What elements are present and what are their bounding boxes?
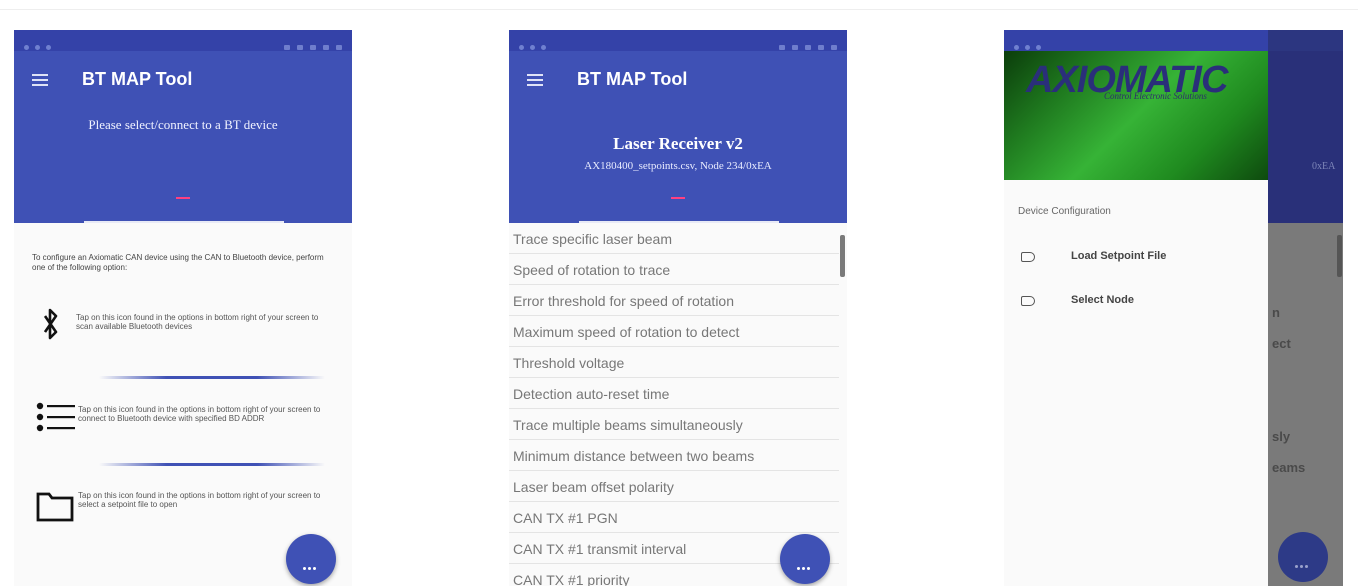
- more-options-icon: [1295, 555, 1311, 568]
- list-item[interactable]: Maximum speed of rotation to detect: [509, 316, 839, 347]
- separator: [99, 463, 325, 466]
- list-fragment: n: [1272, 305, 1280, 320]
- bluetooth-icon: [43, 305, 58, 343]
- label-icon: [1021, 252, 1035, 262]
- load-setpoint-file-menu-item[interactable]: Load Setpoint File: [1004, 240, 1268, 274]
- list-item[interactable]: Detection auto-reset time: [509, 378, 839, 409]
- setpoint-list: Trace specific laser beam Speed of rotat…: [509, 223, 839, 586]
- connect-instruction: Tap on this icon found in the options in…: [78, 405, 321, 423]
- list-fragment: eams: [1272, 460, 1306, 475]
- status-bar: [1004, 30, 1268, 51]
- list-item[interactable]: Threshold voltage: [509, 347, 839, 378]
- label-icon: [1021, 296, 1035, 306]
- separator: [99, 376, 325, 379]
- device-file-fragment: 0xEA: [1312, 161, 1336, 172]
- list-item[interactable]: Error threshold for speed of rotation: [509, 285, 839, 316]
- app-header: BT MAP Tool Please select/connect to a B…: [14, 51, 352, 223]
- menu-item-label: Select Node: [1071, 294, 1134, 306]
- scrollbar: [1337, 235, 1342, 277]
- device-name: Laser Receiver v2: [613, 134, 743, 153]
- list-item[interactable]: Minimum distance between two beams: [509, 440, 839, 471]
- drawer-header: AXIOMATIC Control Electronic Solutions: [1004, 51, 1268, 180]
- menu-item-label: Load Setpoint File: [1071, 250, 1167, 262]
- folder-icon: [36, 488, 74, 522]
- more-options-icon: [797, 557, 813, 570]
- system-icons: [252, 37, 342, 50]
- list-item[interactable]: Laser beam offset polarity: [509, 471, 839, 502]
- status-bar: [14, 30, 352, 51]
- list-item[interactable]: Trace specific laser beam: [509, 223, 839, 254]
- navigation-drawer: AXIOMATIC Control Electronic Solutions D…: [1004, 30, 1268, 586]
- menu-icon[interactable]: [527, 74, 543, 86]
- notification-icons: [519, 37, 559, 50]
- setpoint-file-instruction: Tap on this icon found in the options in…: [78, 491, 321, 509]
- app-header: BT MAP Tool Laser Receiver v2 AX180400_s…: [509, 51, 847, 223]
- intro-text: To configure an Axiomatic CAN device usi…: [32, 253, 324, 272]
- scrollbar[interactable]: [840, 235, 845, 277]
- menu-icon[interactable]: [32, 74, 48, 86]
- top-divider: [0, 9, 1358, 10]
- section-label: Device Configuration: [1018, 206, 1111, 217]
- device-file-info: AX180400_setpoints.csv, Node 234/0xEA: [584, 160, 772, 172]
- connection-prompt: Please select/connect to a BT device: [88, 117, 278, 132]
- tab-indicator: [176, 197, 190, 199]
- more-options-button[interactable]: [780, 534, 830, 584]
- list-fragment: ect: [1272, 336, 1291, 351]
- phone-screen-drawer: 0xEA n ect sly eams AXIOMATIC Control El…: [1004, 30, 1343, 586]
- list-fragment: sly: [1272, 429, 1291, 444]
- screenshot-canvas: BT MAP Tool Please select/connect to a B…: [0, 0, 1358, 586]
- app-title: BT MAP Tool: [577, 69, 688, 89]
- app-title: BT MAP Tool: [82, 69, 193, 89]
- list-item[interactable]: Trace multiple beams simultaneously: [509, 409, 839, 440]
- select-node-menu-item[interactable]: Select Node: [1004, 284, 1268, 318]
- list-item[interactable]: CAN TX #1 PGN: [509, 502, 839, 533]
- more-options-button[interactable]: [286, 534, 336, 584]
- logo-tagline: Control Electronic Solutions: [1104, 91, 1207, 101]
- phone-screen-device: BT MAP Tool Laser Receiver v2 AX180400_s…: [509, 30, 847, 586]
- status-bar: [509, 30, 847, 51]
- list-item[interactable]: Speed of rotation to trace: [509, 254, 839, 285]
- more-options-button: [1278, 532, 1328, 582]
- tab-indicator: [671, 197, 685, 199]
- phone-screen-welcome: BT MAP Tool Please select/connect to a B…: [14, 30, 352, 586]
- notification-icons: [24, 37, 64, 50]
- bluetooth-instruction: Tap on this icon found in the options in…: [76, 313, 319, 331]
- connect-list-icon: [36, 401, 78, 435]
- instructions-panel: To configure an Axiomatic CAN device usi…: [14, 223, 352, 586]
- more-options-icon: [303, 557, 319, 570]
- system-icons: [747, 37, 837, 50]
